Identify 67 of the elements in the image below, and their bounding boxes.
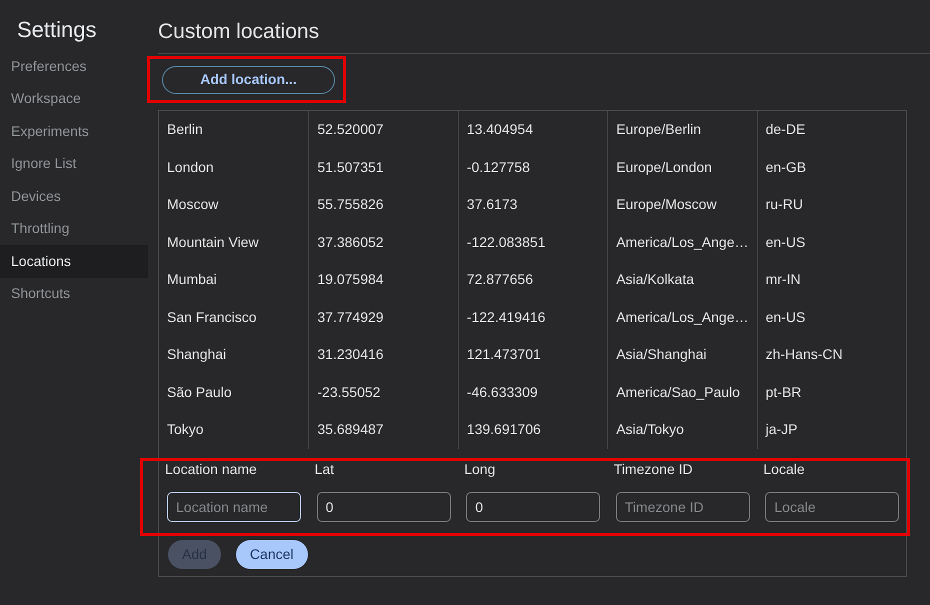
table-cell-text: 139.691706 <box>466 420 541 440</box>
table-cell-text: zh-Hans-CN <box>766 345 843 364</box>
table-cell-text: 37.774929 <box>317 308 384 327</box>
page-title: Custom locations <box>158 19 320 45</box>
table-cell-text: Tokyo <box>167 420 204 440</box>
input-field[interactable]: 0 <box>316 492 451 522</box>
table-cell-text: Asia/Tokyo <box>616 420 684 440</box>
add-location-button[interactable]: Add location... <box>162 66 335 94</box>
table-cell-text: ru-RU <box>766 195 803 214</box>
table-cell-text: -23.55052 <box>317 382 380 402</box>
sidebar-item[interactable]: Ignore List <box>0 148 148 180</box>
table-cell-text: Shanghai <box>167 345 226 364</box>
table-cell-text: -122.083851 <box>466 232 546 252</box>
table-cell-text: San Francisco <box>167 308 256 327</box>
table-cell-text: 52.520007 <box>317 120 384 140</box>
table-cell-text: en-US <box>766 232 806 252</box>
table-cell-text: Mountain View <box>167 232 259 252</box>
sidebar-item[interactable]: Locations <box>0 245 148 278</box>
table-cell-text: Europe/Berlin <box>616 120 702 140</box>
input-field[interactable]: Location name <box>167 492 301 522</box>
table-cell-text: Europe/Moscow <box>616 195 717 214</box>
table-cell-text: America/Los_Ange… <box>616 308 748 327</box>
table-cell-text: en-US <box>766 308 806 327</box>
field-label: Timezone ID <box>612 460 693 476</box>
table-cell-text: 19.075984 <box>317 270 384 290</box>
table-cell-text: Mumbai <box>167 270 217 290</box>
table-cell-text: America/Sao_Paulo <box>616 382 740 402</box>
table-cell-text: Europe/London <box>616 158 712 177</box>
sidebar-title: Settings <box>17 16 96 44</box>
field-label: Locale <box>762 460 805 476</box>
sidebar-item[interactable]: Shortcuts <box>0 278 148 310</box>
table-cell-text: 72.877656 <box>466 270 533 290</box>
sidebar-item[interactable]: Preferences <box>0 50 148 82</box>
field-label: Long <box>463 460 496 476</box>
table-cell-text: de-DE <box>766 120 806 140</box>
table-cell-text: 121.473701 <box>466 345 541 364</box>
table-cell-text: -122.419416 <box>466 308 546 327</box>
table-cell-text: mr-IN <box>766 270 801 290</box>
table-cell-text: Asia/Shanghai <box>616 345 706 364</box>
table-cell-text: 55.755826 <box>317 195 384 214</box>
input-field[interactable]: Timezone ID <box>616 492 750 522</box>
sidebar-item[interactable]: Devices <box>0 180 148 212</box>
field-label: Location name <box>164 460 257 476</box>
table-cell-text: 13.404954 <box>466 120 533 140</box>
table-cell-text: America/Los_Ange… <box>616 232 748 252</box>
table-cell-text: 37.386052 <box>317 232 384 252</box>
table-cell-text: Berlin <box>167 120 203 140</box>
table-cell-text: 51.507351 <box>317 158 384 177</box>
table-cell-text: London <box>167 158 214 177</box>
table-cell-text: Asia/Kolkata <box>616 270 694 290</box>
table-cell-text: pt-BR <box>766 382 802 402</box>
table-cell-text: en-GB <box>766 158 806 177</box>
sidebar-item[interactable]: Workspace <box>0 82 148 115</box>
input-field[interactable]: Locale <box>765 492 900 522</box>
table-cell-text: 31.230416 <box>317 345 384 364</box>
cancel-button[interactable]: Cancel <box>236 540 308 568</box>
table-cell-text: Moscow <box>167 195 218 214</box>
table-cell-text: São Paulo <box>167 382 232 402</box>
sidebar-item[interactable]: Experiments <box>0 115 148 148</box>
table-cell-text: -0.127758 <box>466 158 530 177</box>
field-label: Lat <box>314 460 334 476</box>
table-cell-text: 35.689487 <box>317 420 384 440</box>
table-cell-text: ja-JP <box>766 420 798 440</box>
table-cell-text: -46.633309 <box>466 382 538 402</box>
sidebar-item[interactable]: Throttling <box>0 212 148 245</box>
table-cell-text: 37.6173 <box>466 195 518 214</box>
input-field[interactable]: 0 <box>466 492 600 522</box>
